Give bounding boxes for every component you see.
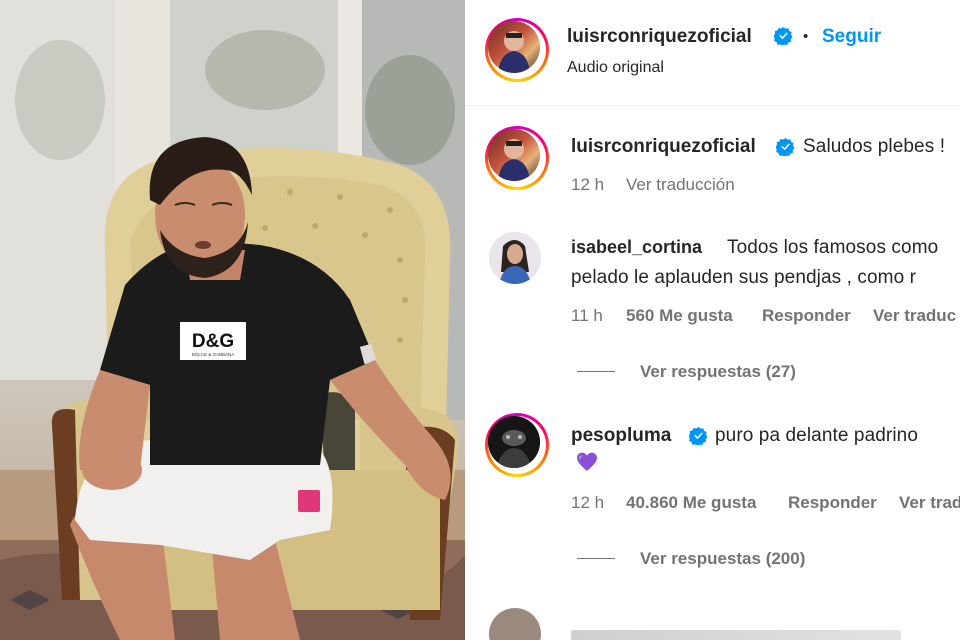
verified-badge-icon <box>776 137 795 156</box>
comment-time: 12 h <box>571 493 605 512</box>
comment-avatar[interactable] <box>489 608 541 640</box>
avatar-image <box>498 31 530 73</box>
post-media[interactable]: D&G DOLCE & GABBANA <box>0 0 465 640</box>
comment-time: 12 h <box>571 175 605 194</box>
comment-text-line2: pelado le aplauden sus pendjas , como r <box>571 267 917 288</box>
cut-off-comment <box>571 624 931 640</box>
shirt-sublabel: DOLCE & GABBANA <box>192 352 235 357</box>
reply-button[interactable]: Responder <box>762 306 851 326</box>
reply-button[interactable]: Responder <box>788 493 877 513</box>
view-replies-button[interactable]: Ver respuestas (27) <box>640 362 796 382</box>
comment-likes[interactable]: 560 Me gusta <box>626 306 733 326</box>
header-avatar[interactable] <box>485 18 549 82</box>
comment-avatar[interactable] <box>485 413 549 477</box>
verified-badge-icon <box>689 426 708 445</box>
comments-panel: luisrconriquezoficial • Seguir Audio ori… <box>465 0 960 640</box>
header-separator: • <box>803 28 809 45</box>
post-header: luisrconriquezoficial • Seguir Audio ori… <box>465 0 960 106</box>
see-translation-link[interactable]: Ver trad <box>899 493 960 513</box>
comment-username[interactable]: isabeel_cortina <box>571 237 702 258</box>
header-username[interactable]: luisrconriquezoficial <box>567 26 752 48</box>
follow-button[interactable]: Seguir <box>822 26 881 48</box>
comment-avatar[interactable] <box>489 232 541 284</box>
comment-time: 11 h <box>571 306 603 325</box>
comment-username[interactable]: pesopluma <box>571 425 671 447</box>
comment-text: puro pa delante padrino <box>715 425 919 446</box>
comment-likes[interactable]: 40.860 Me gusta <box>626 493 756 513</box>
purple-heart-emoji-icon <box>577 452 597 471</box>
comment-text: Saludos plebes ! <box>803 136 946 157</box>
replies-divider <box>577 558 615 559</box>
see-translation-link[interactable]: Ver traducción <box>626 175 735 195</box>
avatar-image <box>488 416 540 468</box>
comment-avatar[interactable] <box>485 126 549 190</box>
comment-text-line1: Todos los famosos como <box>727 237 939 258</box>
comment-username[interactable]: luisrconriquezoficial <box>571 136 756 158</box>
replies-divider <box>577 371 615 372</box>
verified-badge-icon <box>774 26 793 45</box>
see-translation-link[interactable]: Ver traduc <box>873 306 956 326</box>
audio-original-link[interactable]: Audio original <box>567 59 664 77</box>
avatar-image <box>498 139 530 181</box>
view-replies-button[interactable]: Ver respuestas (200) <box>640 549 805 569</box>
shirt-logo-text: D&G <box>192 331 234 352</box>
avatar-image <box>489 232 541 284</box>
post-photo: D&G DOLCE & GABBANA <box>0 0 465 640</box>
